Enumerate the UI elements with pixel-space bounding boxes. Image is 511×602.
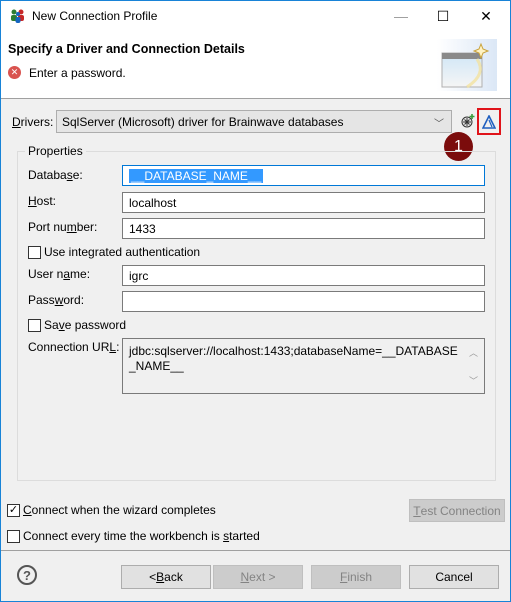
mnemonic: H <box>28 194 37 208</box>
mnemonic: m <box>66 220 77 234</box>
label-text: Sa <box>44 318 59 332</box>
error-message: Enter a password. <box>29 66 126 80</box>
label-text: me: <box>70 267 91 281</box>
label-text: rivers: <box>20 115 54 129</box>
connect-on-finish-checkbox[interactable]: ✓ Connect when the wizard completes <box>7 503 216 517</box>
connection-url-field[interactable]: jdbc:sqlserver://localhost:1433;database… <box>122 338 485 394</box>
label-text: ext > <box>249 570 276 584</box>
label-text: ord: <box>63 293 85 307</box>
checkbox-box[interactable] <box>28 318 41 332</box>
test-connection-button[interactable]: Test Connection <box>409 499 505 522</box>
back-button[interactable]: < Back <box>121 565 211 589</box>
label-text: ber: <box>76 220 98 234</box>
new-driver-icon <box>461 114 475 128</box>
label-text: ost: <box>36 194 57 208</box>
checkbox-box[interactable] <box>28 245 41 259</box>
label-text: tarted <box>229 529 260 543</box>
host-label: Host: <box>28 194 56 208</box>
connect-on-startup-checkbox[interactable]: Connect every time the workbench is star… <box>7 529 260 543</box>
maximize-button[interactable]: ☐ <box>425 1 461 31</box>
label-text: Pass <box>28 293 55 307</box>
app-icon <box>11 9 24 23</box>
mnemonic: F <box>339 570 348 584</box>
checkbox-box[interactable] <box>7 529 20 543</box>
label-text: Connection UR <box>28 340 110 354</box>
chevron-down-icon: ﹀ <box>434 119 444 130</box>
username-field[interactable]: igrc <box>122 265 485 286</box>
label-text: < <box>149 570 157 584</box>
wizard-header: Specify a Driver and Connection Details … <box>1 31 510 99</box>
checkmark-icon[interactable]: ✓ <box>7 503 20 517</box>
connection-url-label: Connection URL: <box>28 340 119 354</box>
drivers-label: Drivers: <box>12 115 53 129</box>
scroll-up-icon[interactable]: ︿ <box>469 346 478 361</box>
label-text: ba <box>53 168 67 182</box>
label-text: e password <box>64 318 127 332</box>
username-label: User name: <box>28 267 90 281</box>
footer-divider <box>1 550 510 551</box>
wizard-banner-icon <box>437 39 497 91</box>
help-icon[interactable]: ? <box>17 565 37 585</box>
next-button[interactable]: Next > <box>213 565 303 589</box>
finish-button[interactable]: Finish <box>311 565 401 589</box>
port-value: 1433 <box>129 221 156 236</box>
mnemonic: B <box>156 570 165 584</box>
label-text: e: <box>72 168 83 182</box>
label-text: Data <box>28 168 54 182</box>
mnemonic: T <box>413 503 421 518</box>
close-button[interactable]: ✕ <box>468 1 504 31</box>
scroll-down-icon[interactable]: ﹀ <box>469 374 478 389</box>
label-text: inish <box>347 570 373 584</box>
label-text: : <box>116 340 120 354</box>
error-icon: ✕ <box>8 66 21 79</box>
checkbox-label: Connect every time the workbench is star… <box>23 529 260 543</box>
window-title: New Connection Profile <box>32 9 158 23</box>
minimize-button[interactable]: — <box>383 1 419 31</box>
password-field[interactable] <box>122 291 485 312</box>
checkbox-label: Use integrated authentication <box>44 245 201 259</box>
drivers-dropdown[interactable]: SqlServer (Microsoft) driver for Brainwa… <box>56 110 452 133</box>
mnemonic: D <box>12 115 21 129</box>
edit-driver-icon <box>482 114 496 129</box>
page-title: Specify a Driver and Connection Details <box>8 42 245 56</box>
checkbox-label: Save password <box>44 318 126 332</box>
integrated-auth-checkbox[interactable]: Use integrated authentication <box>28 245 200 259</box>
host-field[interactable]: localhost <box>122 192 485 213</box>
cancel-button[interactable]: Cancel <box>409 565 499 589</box>
connection-url-value: jdbc:sqlserver://localhost:1433;database… <box>129 344 458 373</box>
save-password-checkbox[interactable]: Save password <box>28 318 126 332</box>
properties-legend: Properties <box>25 144 86 158</box>
checkbox-label: Connect when the wizard completes <box>23 503 216 517</box>
new-driver-button[interactable] <box>459 111 477 131</box>
label-text: Port nu <box>28 220 67 234</box>
mnemonic: C <box>23 503 32 517</box>
port-label: Port number: <box>28 220 97 234</box>
username-value: igrc <box>129 268 149 283</box>
edit-driver-button[interactable] <box>477 108 501 135</box>
mnemonic: N <box>240 570 250 584</box>
label-text: User n <box>28 267 64 281</box>
drivers-selected-value: SqlServer (Microsoft) driver for Brainwa… <box>62 114 344 129</box>
title-bar: New Connection Profile — ☐ ✕ <box>1 1 510 31</box>
dialog-window: New Connection Profile — ☐ ✕ Specify a D… <box>0 0 511 602</box>
label-text: Connect every time the workbench is <box>23 529 224 543</box>
database-field[interactable]: __DATABASE_NAME__ <box>122 165 485 186</box>
label-text: est Connection <box>420 503 501 518</box>
host-value: localhost <box>129 195 177 210</box>
label-text: onnect when the wizard completes <box>31 503 216 517</box>
database-value: __DATABASE_NAME__ <box>129 168 264 183</box>
password-label: Password: <box>28 293 84 307</box>
port-field[interactable]: 1433 <box>122 218 485 239</box>
label-text: ack <box>164 570 183 584</box>
database-label: Database: <box>28 168 83 182</box>
